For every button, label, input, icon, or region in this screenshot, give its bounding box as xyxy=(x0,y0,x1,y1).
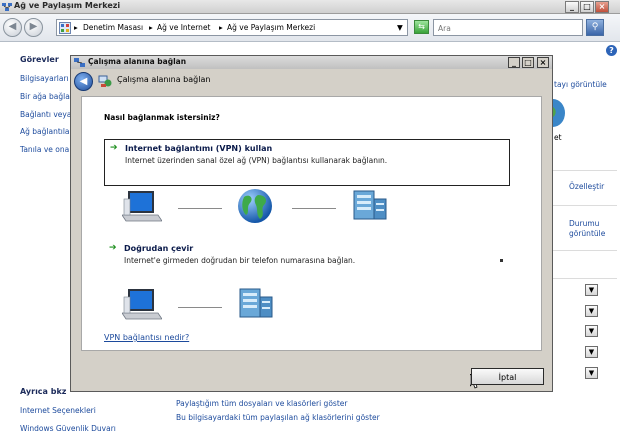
divider xyxy=(553,250,617,251)
network-icon xyxy=(74,58,85,67)
view-full-map-link[interactable]: tayı görüntüle xyxy=(554,80,607,89)
dialog-maximize-button[interactable]: □ xyxy=(522,57,534,68)
network-center-icon xyxy=(2,3,12,11)
address-field[interactable]: ▸ Denetim Masası ▸ Ağ ve Internet ▸ Ağ v… xyxy=(56,19,408,36)
breadcrumb-separator-icon[interactable]: ▸ xyxy=(74,23,78,32)
sharing-dropdown-icon[interactable]: ▼ xyxy=(585,305,598,317)
computer-icon xyxy=(122,289,162,320)
direct-dial-option-button[interactable]: ➔ Doğrudan çevir Internet'e girmeden doğ… xyxy=(104,240,510,270)
help-icon[interactable]: ? xyxy=(606,45,617,56)
task-link-diagnose[interactable]: Tanıla ve ona xyxy=(20,145,69,154)
search-input[interactable] xyxy=(436,21,556,35)
show-shared-folders-link[interactable]: Bu bilgisayardaki tüm paylaşılan ağ klas… xyxy=(176,413,380,422)
maximize-button[interactable]: □ xyxy=(580,1,594,13)
vpn-option-title: Internet bağlantımı (VPN) kullan xyxy=(125,144,273,153)
window-title: Ağ ve Paylaşım Merkezi xyxy=(14,1,121,10)
breadcrumb-separator-icon[interactable]: ▸ xyxy=(149,23,153,32)
task-link-setup-connection[interactable]: Bağlantı veya xyxy=(20,110,71,119)
internet-options-link[interactable]: Internet Seçenekleri xyxy=(20,406,96,415)
dialog-header: ◀ Çalışma alanına bağlan xyxy=(71,69,552,94)
connect-to-workplace-dialog: Çalışma alanına bağlan _ □ × ◀ Çalışma a… xyxy=(70,55,553,392)
server-building-icon xyxy=(353,190,387,220)
forward-arrow-icon[interactable]: ▶ xyxy=(24,18,43,37)
dialog-title-bar[interactable]: Çalışma alanına bağlan _ □ × xyxy=(71,56,552,69)
green-arrow-icon: ➔ xyxy=(110,143,118,153)
sharing-dropdown-icon[interactable]: ▼ xyxy=(585,325,598,337)
address-toolbar: ◀ ▶ ▸ Denetim Masası ▸ Ağ ve Internet ▸ … xyxy=(0,14,620,42)
control-panel-icon xyxy=(59,22,71,34)
close-button[interactable]: × xyxy=(595,1,609,13)
breadcrumb-network-sharing-center[interactable]: Ağ ve Paylaşım Merkezi xyxy=(227,23,315,32)
back-arrow-icon[interactable]: ◀ xyxy=(74,72,93,91)
internet-globe-icon xyxy=(553,99,565,127)
search-field[interactable] xyxy=(433,19,583,36)
sharing-dropdown-icon[interactable]: ▼ xyxy=(585,284,598,296)
view-status-link[interactable]: Durumu xyxy=(569,219,599,228)
divider xyxy=(553,205,617,206)
vpn-option-description: Internet üzerinden sanal özel ağ (VPN) b… xyxy=(125,156,388,165)
breadcrumb-network-internet[interactable]: Ağ ve Internet xyxy=(157,23,211,32)
sharing-dropdown-icon[interactable]: ▼ xyxy=(585,346,598,358)
task-link-manage-connections[interactable]: Ağ bağlantıla xyxy=(20,127,70,136)
connection-line xyxy=(178,307,222,308)
windows-firewall-link[interactable]: Windows Güvenlik Duvarı xyxy=(20,424,116,433)
minimize-button[interactable]: _ xyxy=(565,1,579,13)
dialog-title: Çalışma alanına bağlan xyxy=(88,57,187,66)
what-is-vpn-link[interactable]: VPN bağlantısı nedir? xyxy=(104,333,189,342)
cancel-button[interactable]: İptal xyxy=(471,368,544,385)
see-also-heading: Ayrıca bkz xyxy=(20,387,67,396)
divider xyxy=(553,278,617,279)
workplace-connection-icon xyxy=(98,75,112,87)
green-arrow-icon: ➔ xyxy=(109,243,117,253)
connection-question: Nasıl bağlanmak istersiniz? xyxy=(104,113,220,122)
show-shared-files-link[interactable]: Paylaştığım tüm dosyaları ve klasörleri … xyxy=(176,399,347,408)
breadcrumb-control-panel[interactable]: Denetim Masası xyxy=(83,23,143,32)
window-title-bar[interactable]: Ağ ve Paylaşım Merkezi _ □ × xyxy=(0,0,620,14)
direct-dial-option-title: Doğrudan çevir xyxy=(124,244,194,253)
search-icon[interactable]: ⚲ xyxy=(586,19,604,36)
dialog-content: Nasıl bağlanmak istersiniz? ➔ Internet b… xyxy=(81,96,542,351)
task-link-connect-network[interactable]: Bir ağa bağla xyxy=(20,92,70,101)
internet-label: et xyxy=(554,133,562,142)
view-status-link-line2[interactable]: görüntüle xyxy=(569,229,605,238)
dialog-minimize-button[interactable]: _ xyxy=(508,57,520,68)
dialog-header-text: Çalışma alanına bağlan xyxy=(117,75,211,84)
internet-globe-icon xyxy=(238,189,272,223)
direct-dial-option-description: Internet'e girmeden doğrudan bir telefon… xyxy=(124,256,356,265)
tasks-heading: Görevler xyxy=(20,55,59,64)
back-arrow-icon[interactable]: ◀ xyxy=(3,18,22,37)
breadcrumb-separator-icon[interactable]: ▸ xyxy=(219,23,223,32)
vpn-option-button[interactable]: ➔ Internet bağlantımı (VPN) kullan Inter… xyxy=(104,139,510,186)
sharing-dropdown-icon[interactable]: ▼ xyxy=(585,367,598,379)
connection-line xyxy=(178,208,222,209)
task-link-computers[interactable]: Bilgisayarları xyxy=(20,74,69,83)
connection-line xyxy=(292,208,336,209)
dialog-close-button[interactable]: × xyxy=(537,57,549,68)
divider xyxy=(553,170,617,171)
customize-link[interactable]: Özelleştir xyxy=(569,182,604,191)
computer-icon xyxy=(122,191,162,222)
focus-dot xyxy=(500,259,503,262)
server-building-icon xyxy=(239,288,273,318)
refresh-button[interactable]: ⇆ xyxy=(414,20,429,34)
address-dropdown-icon[interactable]: ▼ xyxy=(397,23,403,32)
